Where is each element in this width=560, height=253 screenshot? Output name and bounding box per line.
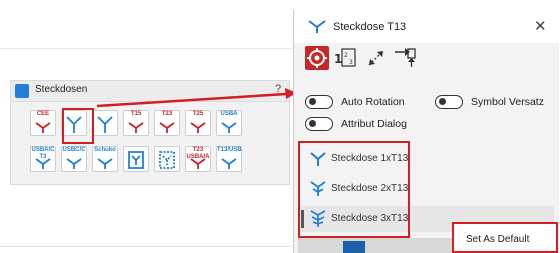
svg-text:1: 1 <box>334 52 342 66</box>
auto-rotation-label: Auto Rotation <box>341 96 405 108</box>
socket-icon <box>308 20 326 33</box>
blue-block <box>343 241 365 253</box>
target-icon <box>307 48 327 68</box>
context-menu: Set As Default <box>452 222 558 253</box>
dialog-title: Steckdose T13 <box>333 21 407 33</box>
target-tool-button[interactable] <box>305 46 329 70</box>
numbering-tool-button[interactable]: 1 2 3 <box>333 46 357 70</box>
auto-rotation-toggle[interactable] <box>305 95 333 109</box>
insert-icon <box>395 48 416 67</box>
svg-text:3: 3 <box>349 59 353 66</box>
close-icon[interactable]: ✕ <box>534 17 547 35</box>
numbering-icon: 1 2 3 <box>334 48 356 67</box>
resize-tool-button[interactable] <box>364 46 388 70</box>
symbol-list-highlight <box>298 141 410 238</box>
svg-text:2: 2 <box>344 52 348 59</box>
attribut-dialog-label: Attribut Dialog <box>341 118 407 130</box>
symbol-versatz-label: Symbol Versatz <box>471 96 544 108</box>
insert-tool-button[interactable] <box>393 46 417 70</box>
resize-icon <box>368 50 384 66</box>
dialog-header: Steckdose T13 ✕ <box>294 10 559 43</box>
symbol-versatz-toggle[interactable] <box>435 95 463 109</box>
set-as-default-menu-item[interactable]: Set As Default <box>466 234 529 245</box>
attribut-dialog-toggle[interactable] <box>305 117 333 131</box>
